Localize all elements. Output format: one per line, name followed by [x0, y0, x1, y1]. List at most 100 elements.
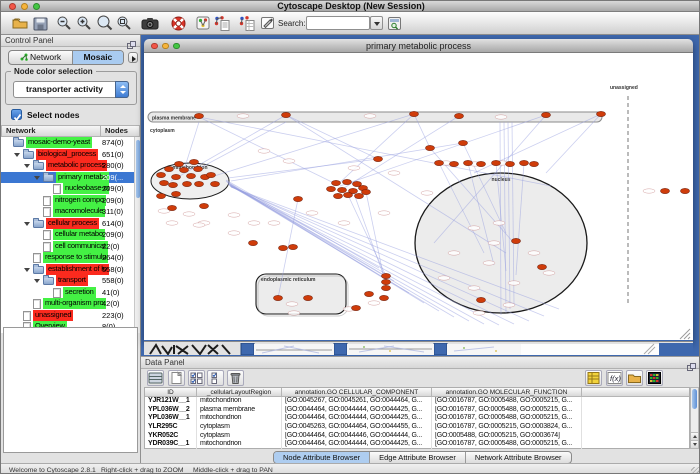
network-edge[interactable]	[353, 191, 386, 282]
heatmap-icon[interactable]	[646, 370, 663, 386]
col-header-cellular-component[interactable]: annotation.GO CELLULAR_COMPONENT	[282, 388, 432, 397]
search-dropdown-button[interactable]	[370, 16, 383, 30]
tab-overflow-arrow-button[interactable]	[128, 52, 138, 63]
network-edge[interactable]	[348, 195, 386, 276]
network-node[interactable]	[190, 159, 199, 164]
tree-row[interactable]: metabolic process280(0)	[1, 160, 134, 172]
network-edge[interactable]	[344, 116, 459, 188]
network-node[interactable]	[343, 179, 352, 184]
tree-row[interactable]: mosaic-demo-yeast874(0)	[1, 137, 134, 149]
table-scrollbar-thumb[interactable]	[692, 389, 697, 409]
network-node[interactable]	[160, 180, 169, 185]
table-scrollbar[interactable]	[690, 387, 699, 449]
network-node[interactable]	[207, 172, 216, 177]
background-windows-strip[interactable]	[144, 341, 693, 353]
tree-row[interactable]: unassigned223(0)	[1, 310, 134, 322]
attribute-table-icon[interactable]	[147, 370, 164, 386]
new-attribute-icon[interactable]	[168, 370, 185, 386]
tab-node-attribute-browser[interactable]: Node Attribute Browser	[274, 452, 370, 463]
tree-expander-icon[interactable]	[24, 222, 30, 226]
network-node[interactable]	[175, 161, 184, 166]
tab-network-attribute-browser[interactable]: Network Attribute Browser	[466, 452, 571, 463]
network-node[interactable]	[506, 161, 515, 166]
network-node[interactable]	[382, 273, 391, 278]
network-node[interactable]	[200, 203, 209, 208]
network-node[interactable]	[365, 291, 374, 296]
tree-expander-icon[interactable]	[34, 176, 40, 180]
scroll-down-icon[interactable]	[691, 440, 698, 448]
table-row[interactable]: YLR295Ccytoplasm[GO:0045263, GO:0044464,…	[145, 423, 689, 432]
network-node[interactable]	[172, 191, 181, 196]
network-node[interactable]	[426, 145, 435, 150]
network-node[interactable]	[195, 113, 204, 118]
network-node[interactable]	[294, 196, 303, 201]
search-options-icon[interactable]	[387, 15, 405, 32]
col-header-molecular-function[interactable]: annotation.GO MOLECULAR_FUNCTION	[432, 388, 582, 397]
vizmapper-icon[interactable]	[196, 15, 214, 32]
network-node[interactable]	[661, 188, 670, 193]
tree-row[interactable]: multi-organism pro42(0)	[1, 298, 134, 310]
tree-row[interactable]: response to stimulu264(0)	[1, 252, 134, 264]
unselect-attributes-icon[interactable]	[207, 370, 224, 386]
tree-expander-icon[interactable]	[34, 279, 40, 283]
tree-row[interactable]: transport558(0)	[1, 275, 134, 287]
zoom-in-icon[interactable]	[76, 15, 94, 32]
tree-row[interactable]: establishment of lo558(0)	[1, 264, 134, 276]
formula-builder-icon[interactable]: f(x)	[606, 370, 623, 386]
network-node[interactable]	[344, 192, 353, 197]
app-resize-grip[interactable]	[691, 467, 700, 474]
tab-network[interactable]: Network	[9, 51, 72, 64]
network-view-window[interactable]: primary metabolic process plasma membran…	[144, 39, 693, 341]
network-node[interactable]	[172, 174, 181, 179]
network-node[interactable]	[355, 193, 364, 198]
network-node[interactable]	[477, 297, 486, 302]
network-node[interactable]	[332, 180, 341, 185]
col-header-region[interactable]: _cellularLayoutRegion	[197, 388, 282, 397]
tree-expander-icon[interactable]	[14, 153, 20, 157]
network-node[interactable]	[374, 156, 383, 161]
network-node[interactable]	[334, 193, 343, 198]
network-node[interactable]	[681, 188, 690, 193]
attribute-list-icon[interactable]	[585, 370, 602, 386]
network-node[interactable]	[274, 295, 283, 300]
import-attributes-folder-icon[interactable]	[626, 370, 643, 386]
network-node[interactable]	[382, 285, 391, 290]
network-node[interactable]	[157, 193, 166, 198]
tree-header-nodes[interactable]: Nodes	[101, 125, 140, 137]
zoom-fit-icon[interactable]	[96, 15, 114, 32]
table-row[interactable]: YPL036W__1mitochondrion[GO:0044464, GO:0…	[145, 414, 689, 423]
tree-row[interactable]: cellular metabo209(0)	[1, 229, 134, 241]
search-input[interactable]	[306, 16, 370, 30]
col-header-id[interactable]: ID	[145, 388, 197, 397]
tree-row[interactable]: secretion41(0)	[1, 287, 134, 299]
network-node[interactable]	[382, 279, 391, 284]
network-node[interactable]	[455, 113, 464, 118]
network-node[interactable]	[249, 240, 258, 245]
network-node[interactable]	[477, 161, 486, 166]
network-edge[interactable]	[546, 114, 601, 173]
network-node[interactable]	[169, 182, 178, 187]
window-resize-grip[interactable]	[680, 329, 690, 339]
network-node[interactable]	[194, 166, 203, 171]
network-edge[interactable]	[336, 114, 414, 186]
network-node[interactable]	[211, 181, 220, 186]
network-node[interactable]	[459, 140, 468, 145]
tree-row[interactable]: macromolecule311(0)	[1, 206, 134, 218]
network-node[interactable]	[512, 238, 521, 243]
table-row[interactable]: YKR052Ccytoplasm[GO:0044464, GO:0044446,…	[145, 432, 689, 441]
network-node[interactable]	[380, 295, 389, 300]
delete-attribute-trash-icon[interactable]	[227, 370, 244, 386]
annotation-icon[interactable]	[260, 15, 278, 32]
tree-expander-icon[interactable]	[24, 268, 30, 272]
network-node[interactable]	[157, 172, 166, 177]
network-node[interactable]	[520, 160, 529, 165]
help-lifesaver-icon[interactable]	[171, 15, 189, 32]
table-row[interactable]: YDR039C__1mitochondrion[GO:0044464, GO:0…	[145, 440, 689, 449]
network-node[interactable]	[530, 161, 539, 166]
app-titlebar[interactable]: Cytoscape Desktop (New Session)	[1, 1, 700, 12]
import-network-icon[interactable]	[213, 15, 231, 32]
select-nodes-checkbox[interactable]	[11, 109, 22, 120]
tab-edge-attribute-browser[interactable]: Edge Attribute Browser	[370, 452, 466, 463]
open-file-icon[interactable]	[11, 15, 29, 32]
tree-header-network[interactable]: Network	[1, 125, 101, 137]
